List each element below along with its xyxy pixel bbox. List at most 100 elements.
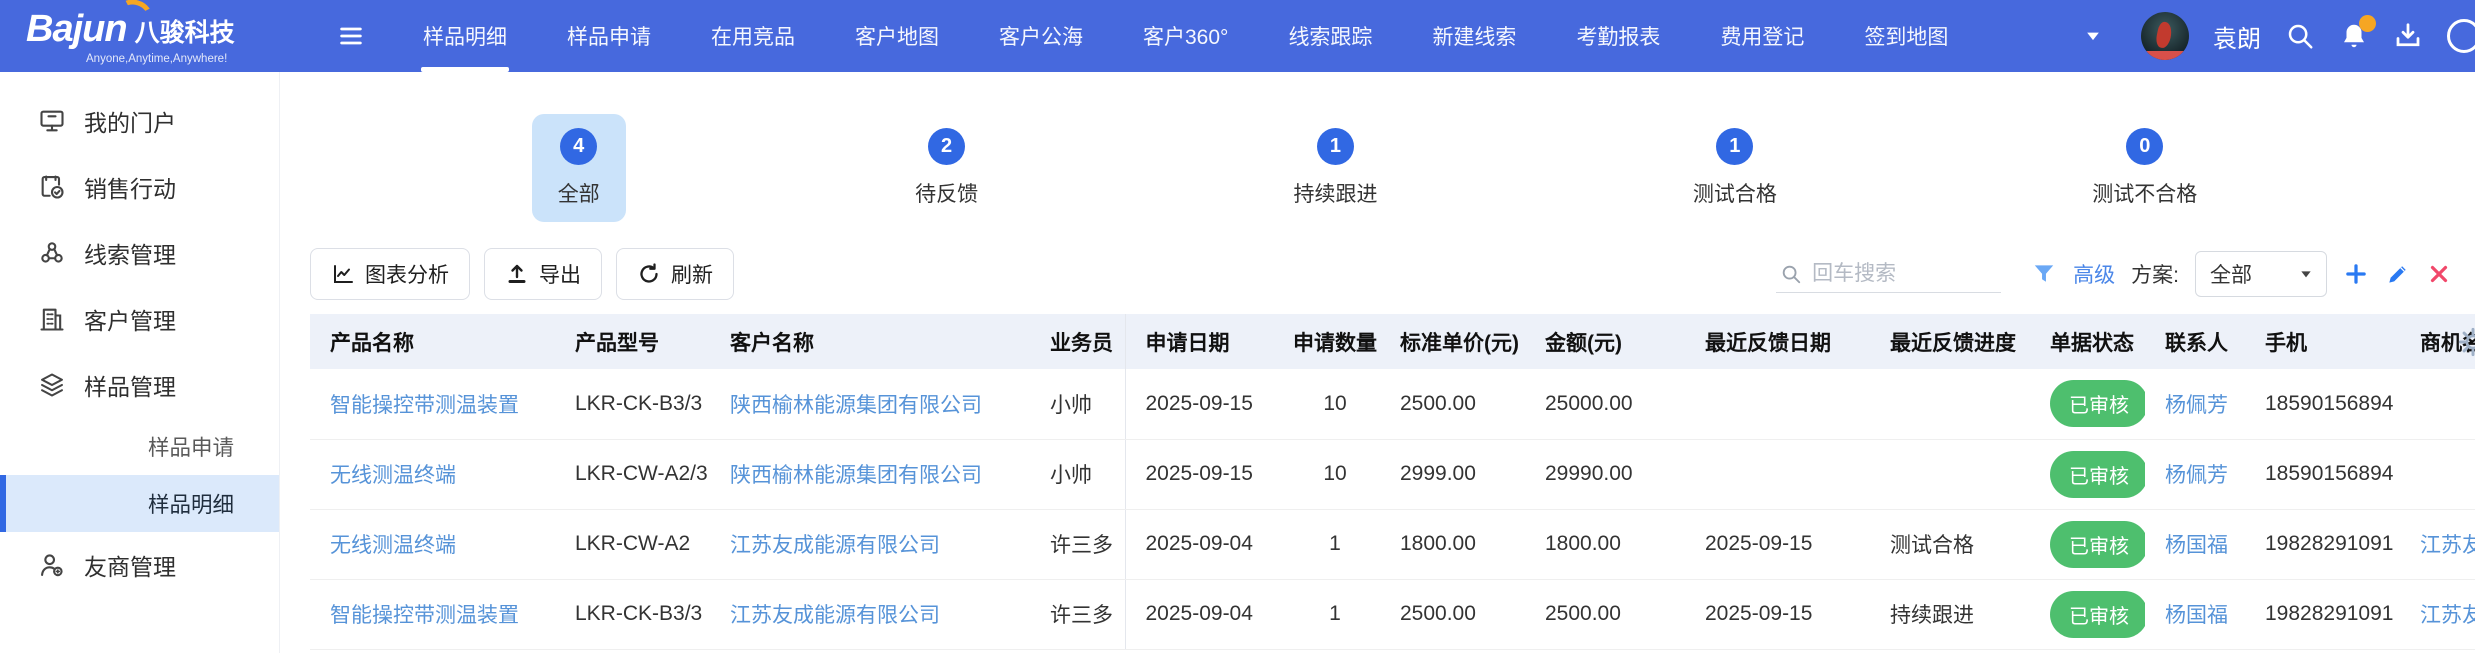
status-filter-label: 全部 xyxy=(558,178,600,208)
scheme-select[interactable]: 全部 xyxy=(2195,251,2327,297)
column-header[interactable]: 金额(元) xyxy=(1525,314,1685,369)
advanced-filter-link[interactable]: 高级 xyxy=(2073,259,2115,289)
sidebar-item[interactable]: 样品管理 xyxy=(0,352,279,418)
feedback-progress-cell: 测试合格 xyxy=(1870,509,2030,579)
search-icon[interactable] xyxy=(2285,21,2315,51)
table-row[interactable]: 智能操控带测温装置 LKR-CK-B3/3 陕西榆林能源集团有限公司 小帅 20… xyxy=(310,369,2475,439)
sidebar-item-icon xyxy=(38,551,66,579)
feedback-progress-cell: 持续跟进 xyxy=(1870,579,2030,649)
sidebar-item-label: 线索管理 xyxy=(84,236,176,270)
hamburger-menu-icon[interactable] xyxy=(337,22,365,50)
column-header[interactable]: 最近反馈进度 xyxy=(1870,314,2030,369)
nav-tab[interactable]: 考勤报表 xyxy=(1546,0,1690,72)
sidebar-item[interactable]: 线索管理 xyxy=(0,220,279,286)
status-summary-bar: 4 全部 2 待反馈 1 持续跟进 1 测试合格 xyxy=(280,114,2475,222)
user-avatar[interactable] xyxy=(2141,12,2189,60)
status-filter[interactable]: 2 待反馈 xyxy=(889,114,1004,222)
nav-more-caret-icon[interactable] xyxy=(2083,26,2103,46)
nav-tab[interactable]: 线索跟踪 xyxy=(1258,0,1402,72)
column-settings-gear-icon[interactable] xyxy=(2457,326,2475,358)
nav-tab[interactable]: 新建线索 xyxy=(1402,0,1546,72)
product-name-link[interactable]: 无线测温终端 xyxy=(330,534,456,557)
product-model-cell: LKR-CK-B3/3 xyxy=(555,579,710,649)
customer-name-link[interactable]: 江苏友成能源有限公司 xyxy=(730,534,940,557)
opportunity-link[interactable]: 江苏友成 xyxy=(2420,534,2475,557)
column-header[interactable]: 申请数量 xyxy=(1290,314,1380,369)
sidebar-item-icon xyxy=(38,239,66,267)
column-header[interactable]: 产品名称 xyxy=(310,314,555,369)
logo-tagline: Anyone,Anytime,Anywhere! xyxy=(86,53,301,65)
salesperson-cell: 小帅 xyxy=(1030,439,1125,509)
notification-bell-icon[interactable] xyxy=(2339,21,2369,51)
phone-cell: 18590156894 xyxy=(2245,369,2400,439)
nav-tab[interactable]: 样品明细 xyxy=(393,0,537,72)
user-name[interactable]: 袁朗 xyxy=(2213,19,2261,54)
contact-link[interactable]: 杨佩芳 xyxy=(2165,464,2228,487)
contact-link[interactable]: 杨国福 xyxy=(2165,534,2228,557)
nav-tab[interactable]: 样品申请 xyxy=(537,0,681,72)
sidebar-item-label: 友商管理 xyxy=(84,548,176,582)
help-circle-icon[interactable] xyxy=(2447,19,2475,53)
sidebar-item[interactable]: 我的门户 xyxy=(0,88,279,154)
nav-tab[interactable]: 费用登记 xyxy=(1690,0,1834,72)
status-filter[interactable]: 1 测试合格 xyxy=(1667,114,1803,222)
product-name-link[interactable]: 智能操控带测温装置 xyxy=(330,394,519,417)
status-badge: 已审核 xyxy=(2050,451,2145,498)
product-name-link[interactable]: 智能操控带测温装置 xyxy=(330,604,519,627)
status-count-badge: 0 xyxy=(2126,128,2163,165)
delete-scheme-button[interactable] xyxy=(2427,262,2451,286)
nav-tab[interactable]: 在用竞品 xyxy=(681,0,825,72)
feedback-date-cell: 2025-09-15 xyxy=(1685,509,1870,579)
contact-link[interactable]: 杨佩芳 xyxy=(2165,394,2228,417)
column-header[interactable]: 联系人 xyxy=(2145,314,2245,369)
column-header[interactable]: 单据状态 xyxy=(2030,314,2145,369)
opportunity-link[interactable]: 江苏友成 xyxy=(2420,604,2475,627)
status-filter[interactable]: 4 全部 xyxy=(532,114,626,222)
sidebar-item[interactable]: 销售行动 xyxy=(0,154,279,220)
sidebar-item[interactable]: 样品申请 xyxy=(0,418,279,475)
customer-name-link[interactable]: 江苏友成能源有限公司 xyxy=(730,604,940,627)
status-filter[interactable]: 0 测试不合格 xyxy=(2066,114,2223,222)
nav-tab[interactable]: 客户360° xyxy=(1113,0,1258,72)
status-badge: 已审核 xyxy=(2050,380,2145,427)
table-row[interactable]: 智能操控带测温装置 LKR-CK-B3/3 江苏友成能源有限公司 许三多 202… xyxy=(310,579,2475,649)
column-header[interactable]: 手机 xyxy=(2245,314,2400,369)
add-scheme-button[interactable] xyxy=(2343,261,2369,287)
product-name-link[interactable]: 无线测温终端 xyxy=(330,464,456,487)
nav-tab[interactable]: 签到地图 xyxy=(1834,0,1978,72)
apply-date-cell: 2025-09-15 xyxy=(1125,369,1290,439)
refresh-button[interactable]: 刷新 xyxy=(616,248,734,300)
sidebar-item[interactable]: 客户管理 xyxy=(0,286,279,352)
status-filter-label: 持续跟进 xyxy=(1293,178,1377,208)
customer-name-link[interactable]: 陕西榆林能源集团有限公司 xyxy=(730,464,982,487)
column-header[interactable]: 客户名称 xyxy=(710,314,1030,369)
column-header[interactable]: 申请日期 xyxy=(1125,314,1290,369)
amount-cell: 2500.00 xyxy=(1525,579,1685,649)
contact-link[interactable]: 杨国福 xyxy=(2165,604,2228,627)
product-model-cell: LKR-CW-A2/3 xyxy=(555,439,710,509)
nav-tab[interactable]: 客户地图 xyxy=(825,0,969,72)
download-icon[interactable] xyxy=(2393,21,2423,51)
export-button[interactable]: 导出 xyxy=(484,248,602,300)
table-row[interactable]: 无线测温终端 LKR-CW-A2 江苏友成能源有限公司 许三多 2025-09-… xyxy=(310,509,2475,579)
status-filter[interactable]: 1 持续跟进 xyxy=(1267,114,1403,222)
scheme-label: 方案: xyxy=(2131,259,2179,289)
edit-scheme-button[interactable] xyxy=(2385,261,2411,287)
sidebar-item[interactable]: 样品明细 xyxy=(0,475,279,532)
filter-funnel-icon[interactable] xyxy=(2031,261,2057,287)
column-header[interactable]: 业务员 xyxy=(1030,314,1125,369)
sidebar-item[interactable]: 友商管理 xyxy=(0,532,279,598)
column-header[interactable]: 产品型号 xyxy=(555,314,710,369)
sidebar-item-label: 销售行动 xyxy=(84,170,176,204)
nav-tab[interactable]: 客户公海 xyxy=(969,0,1113,72)
customer-name-link[interactable]: 陕西榆林能源集团有限公司 xyxy=(730,394,982,417)
chart-analysis-button[interactable]: 图表分析 xyxy=(310,248,470,300)
column-header[interactable]: 标准单价(元) xyxy=(1380,314,1525,369)
search-input[interactable] xyxy=(1812,262,1997,286)
amount-cell: 25000.00 xyxy=(1525,369,1685,439)
status-filter-label: 测试合格 xyxy=(1693,178,1777,208)
table-row[interactable]: 无线测温终端 LKR-CW-A2/3 陕西榆林能源集团有限公司 小帅 2025-… xyxy=(310,439,2475,509)
column-header[interactable]: 最近反馈日期 xyxy=(1685,314,1870,369)
product-model-cell: LKR-CW-A2 xyxy=(555,509,710,579)
search-icon xyxy=(1780,263,1802,285)
